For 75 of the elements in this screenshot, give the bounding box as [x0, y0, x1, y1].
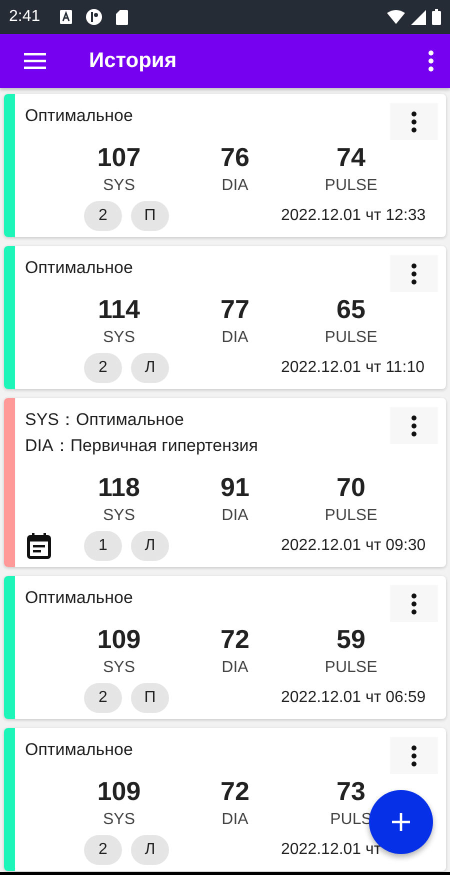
record-datetime: 2022.12.01 чт 12:33	[281, 207, 426, 225]
reading-value: 72	[220, 624, 250, 654]
tag-chip: 1	[84, 531, 122, 561]
status-text: Оптимальное	[25, 257, 133, 279]
status-text: Оптимальное	[25, 587, 133, 609]
reading-value: 74	[336, 142, 366, 172]
record-datetime: 2022.12.01 чт 11:10	[281, 359, 424, 377]
record-card[interactable]: Оптимальное 109 SYS 72 DIA 59 PULSE 2 П 2022.12.01 чт 06:59	[4, 576, 446, 719]
reading-value: 114	[98, 294, 140, 324]
reading-label: SYS	[102, 506, 135, 526]
reading-label: DIA	[222, 506, 248, 526]
record-card[interactable]: Оптимальное 107 SYS 76 DIA 74 PULSE 2 П 2022.12.01 чт 12:33	[4, 94, 446, 237]
tag-chip: П	[131, 201, 169, 231]
menu-icon	[24, 53, 46, 69]
more-icon	[411, 110, 417, 132]
plus-icon	[392, 813, 410, 831]
reading-value: 65	[336, 294, 366, 324]
more-icon	[428, 50, 434, 72]
record-datetime: 2022.12.01 чт	[281, 841, 382, 859]
record-datetime: 2022.12.01 чт 06:59	[281, 689, 426, 707]
reading-value: 59	[336, 624, 366, 654]
status-text: Оптимальное	[25, 105, 133, 127]
battery-icon	[432, 9, 441, 25]
tag-chip: 2	[84, 353, 122, 383]
reading-label: PULSE	[324, 658, 378, 678]
signal-icon	[411, 10, 426, 24]
reading-label: SYS	[102, 810, 135, 830]
tag-chip: Л	[131, 835, 169, 865]
more-icon	[411, 592, 417, 614]
wifi-icon	[387, 10, 405, 24]
tag-chip: 2	[84, 201, 122, 231]
reading-value: 118	[98, 472, 140, 502]
record-card[interactable]: Оптимальное 114 SYS 77 DIA 65 PULSE 2 Л 2022.12.01 чт 11:10	[4, 246, 446, 389]
reading-label: SYS	[102, 328, 135, 348]
record-datetime: 2022.12.01 чт 09:30	[281, 537, 426, 555]
tag-chip: П	[131, 683, 169, 713]
app-bar-title: История	[89, 49, 177, 73]
reading-label: PULSE	[324, 176, 378, 196]
record-menu-button[interactable]	[390, 737, 438, 774]
reading-value: 77	[220, 294, 250, 324]
sd-card-icon	[116, 10, 128, 24]
reading-label: DIA	[222, 658, 248, 678]
circle-icon	[86, 9, 102, 25]
status-text: Оптимальное	[25, 739, 133, 761]
tag-chip: Л	[131, 353, 169, 383]
reading-label: DIA	[222, 176, 248, 196]
status-text: SYS：Оптимальное	[25, 409, 184, 431]
reading-value: 107	[97, 142, 141, 172]
status-time: 2:41	[9, 8, 40, 26]
reading-value: 109	[97, 776, 141, 806]
reading-label: SYS	[102, 176, 135, 196]
reading-value: 76	[220, 142, 250, 172]
reading-value: 109	[97, 624, 141, 654]
reading-label: DIA	[222, 328, 248, 348]
reading-value: 70	[336, 472, 366, 502]
record-menu-button[interactable]	[390, 255, 438, 292]
tag-chip: 2	[84, 835, 122, 865]
record-card[interactable]: SYS：Оптимальное DIA：Первичная гипертензия 118 SYS 91 DIA 70 PULSE 1 Л 2022.12.01 чт 09:30	[4, 398, 446, 567]
reading-label: DIA	[222, 810, 248, 830]
tag-chip: Л	[131, 531, 169, 561]
record-menu-button[interactable]	[390, 407, 438, 444]
record-menu-button[interactable]	[390, 103, 438, 140]
reading-label: SYS	[102, 658, 135, 678]
reading-value: 72	[220, 776, 250, 806]
font-icon	[60, 10, 72, 24]
reading-value: 91	[220, 472, 250, 502]
more-icon	[411, 414, 417, 436]
tag-chip: 2	[84, 683, 122, 713]
more-icon	[411, 744, 417, 766]
more-icon	[411, 262, 417, 284]
reading-value: 73	[336, 776, 366, 806]
reading-label: PULSE	[324, 506, 378, 526]
status-text: DIA：Первичная гипертензия	[25, 435, 258, 457]
reading-label: PULSE	[324, 328, 378, 348]
record-menu-button[interactable]	[390, 585, 438, 622]
